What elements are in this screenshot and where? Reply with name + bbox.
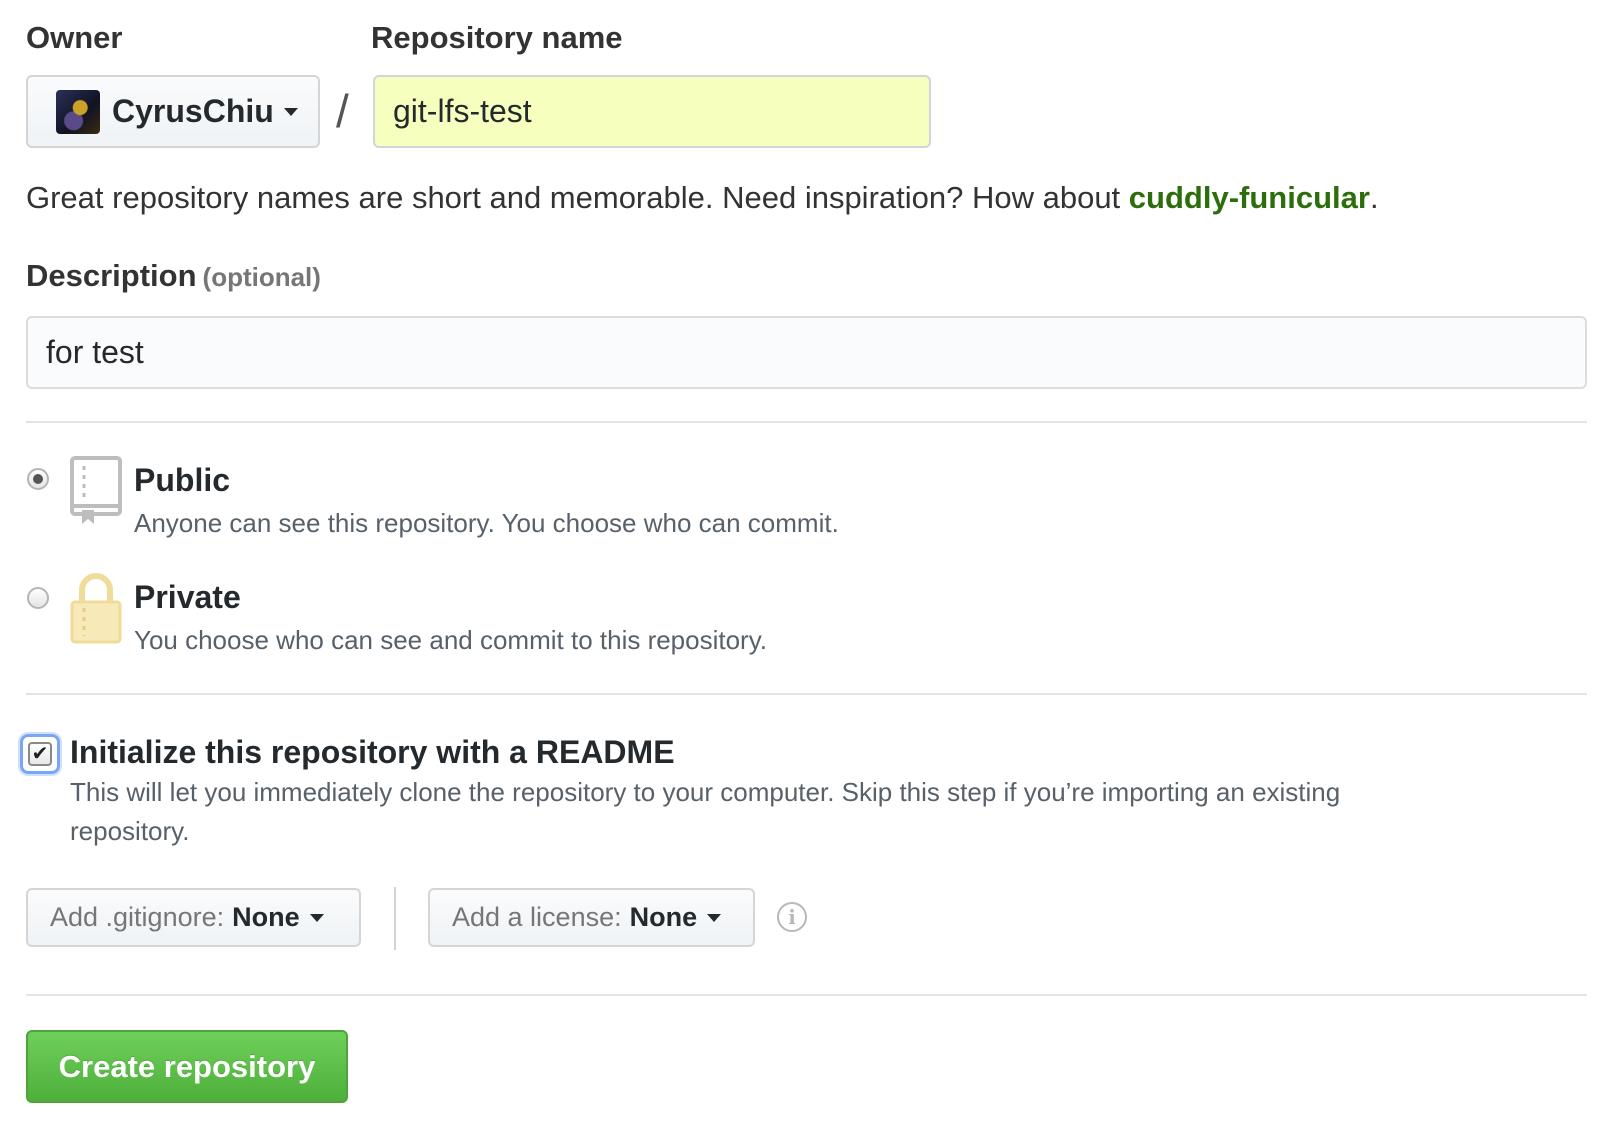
radio-selected-dot [33, 474, 43, 484]
chevron-down-icon [309, 913, 324, 922]
owner-name: CyrusChiu [112, 93, 274, 129]
repository-name-input[interactable] [373, 75, 931, 148]
chevron-down-icon [283, 107, 298, 116]
chevron-down-icon [707, 913, 722, 922]
create-repository-button[interactable]: Create repository [26, 1030, 348, 1103]
gitignore-label: Add .gitignore: [50, 902, 225, 932]
owner-repo-separator: / [336, 85, 349, 137]
info-icon[interactable]: i [777, 902, 807, 932]
optional-tag: (optional) [202, 262, 321, 292]
description-label-text: Description [26, 258, 197, 293]
readme-description-cont: repository. [70, 816, 190, 846]
private-radio[interactable] [27, 587, 49, 609]
license-label: Add a license: [452, 902, 622, 932]
avatar [56, 89, 100, 134]
readme-title: Initialize this repository with a README [70, 734, 675, 770]
owner-label: Owner [26, 20, 123, 55]
owner-dropdown[interactable]: CyrusChiu [26, 75, 320, 148]
name-hint: Great repository names are short and mem… [26, 180, 1379, 216]
name-hint-suffix: . [1369, 180, 1379, 215]
private-description: You choose who can see and commit to thi… [134, 625, 768, 655]
description-label: Description (optional) [26, 258, 321, 294]
vertical-divider [394, 887, 396, 950]
repo-book-icon [70, 456, 122, 526]
checkmark-icon: ✔ [28, 742, 52, 766]
description-input[interactable] [26, 316, 1587, 389]
gitignore-value: None [232, 902, 300, 932]
divider [26, 693, 1587, 695]
public-title: Public [134, 462, 231, 498]
suggested-name-link[interactable]: cuddly-funicular [1129, 180, 1370, 215]
repository-name-label: Repository name [371, 20, 623, 55]
gitignore-dropdown[interactable]: Add .gitignore: None [26, 888, 361, 947]
public-description: Anyone can see this repository. You choo… [134, 508, 839, 538]
private-title: Private [134, 579, 241, 615]
readme-checkbox[interactable]: ✔ [20, 734, 60, 774]
divider [26, 994, 1587, 996]
lock-icon [70, 572, 122, 644]
divider [26, 421, 1587, 423]
readme-description: This will let you immediately clone the … [70, 777, 1341, 807]
license-dropdown[interactable]: Add a license: None [428, 888, 755, 947]
public-radio[interactable] [27, 468, 49, 490]
license-value: None [629, 902, 698, 932]
name-hint-text: Great repository names are short and mem… [26, 180, 1129, 215]
